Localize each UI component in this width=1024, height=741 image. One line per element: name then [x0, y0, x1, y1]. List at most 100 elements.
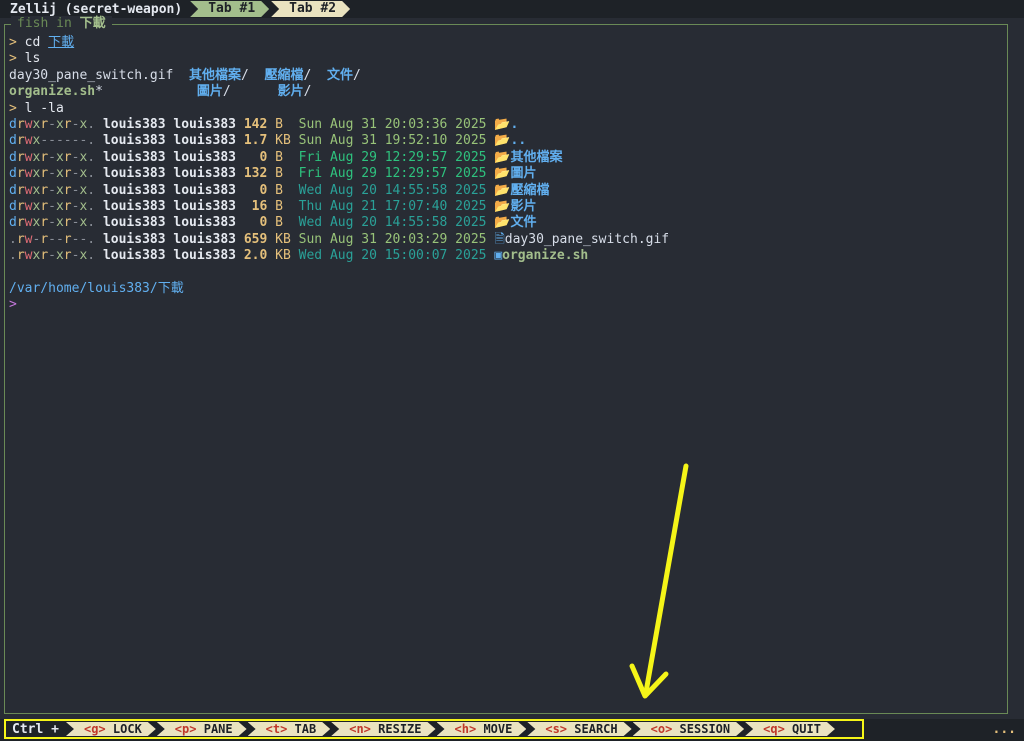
file-size: 659	[243, 231, 268, 247]
size-unit: KB	[275, 133, 291, 149]
file-name: day30_pane_switch.gif	[504, 231, 670, 247]
prompt-symbol: >	[9, 35, 17, 50]
command-line: > cd 下載	[9, 35, 75, 50]
modified-date: Thu Aug 21 17:07:40 2025	[298, 198, 487, 214]
file-size: 2.0	[243, 248, 268, 264]
current-directory: /var/home/louis383/下載	[9, 280, 184, 296]
listing-row: drwx------. louis383 louis383 1.7 KB Sun…	[9, 133, 1003, 149]
file-name: .	[510, 116, 519, 132]
owner: louis383	[102, 149, 166, 165]
prompt-caret: >	[9, 297, 17, 313]
file-name: 影片	[510, 198, 537, 214]
hint-tab-button[interactable]: <t> TAB	[248, 722, 331, 736]
listing-row: drwxr-xr-x. louis383 louis383 0 B Wed Au…	[9, 215, 1003, 231]
ctrl-modifier-label: Ctrl +	[12, 721, 59, 737]
dir-link[interactable]: 下載	[48, 35, 74, 50]
file-size: 16	[243, 198, 268, 214]
owner: louis383	[102, 166, 166, 182]
hint-search-button[interactable]: <s> SEARCH	[527, 722, 631, 736]
size-unit: B	[275, 116, 283, 132]
hint-key: <n>	[349, 722, 371, 736]
listing-row: drwxr-xr-x. louis383 louis383 16 B Thu A…	[9, 199, 1003, 215]
modified-date: Sun Aug 31 20:03:29 2025	[298, 231, 487, 247]
permissions: drwxr-xr-x.	[9, 182, 96, 198]
owner: louis383	[102, 133, 166, 149]
more-indicator: ...	[992, 722, 1016, 737]
directory-listing: drwxr-xr-x. louis383 louis383 142 B Sun …	[9, 117, 1003, 265]
terminal-output: > cd 下載 > ls day30_pane_switch.gif 其他檔案 /…	[9, 35, 1003, 314]
file-name: ..	[510, 133, 527, 149]
group: louis383	[173, 116, 237, 132]
command-line: > ls	[9, 51, 41, 67]
folder-icon: 📂	[494, 215, 511, 231]
owner: louis383	[102, 248, 166, 264]
folder-icon: 📂	[494, 198, 511, 214]
hint-pane-button[interactable]: <p> PANE	[157, 722, 247, 736]
hint-key: <t>	[265, 722, 288, 736]
folder-icon: 📂	[494, 116, 511, 132]
permissions: drwx------.	[9, 133, 96, 149]
input-prompt[interactable]: >	[9, 297, 1003, 313]
group: louis383	[173, 248, 237, 264]
owner: louis383	[102, 231, 166, 247]
modified-date: Fri Aug 29 12:29:57 2025	[298, 149, 487, 165]
hint-label: SESSION	[679, 722, 731, 736]
hint-quit-button[interactable]: <q> QUIT	[745, 722, 835, 736]
hint-session-button[interactable]: <o> SESSION	[633, 722, 745, 736]
file-name: 文件	[510, 215, 537, 231]
listing-row: drwxr-xr-x. louis383 louis383 132 B Fri …	[9, 166, 1003, 182]
command-line: > l -la	[9, 100, 64, 116]
tab-2[interactable]: Tab #2	[271, 1, 350, 17]
modified-date: Wed Aug 20 15:00:07 2025	[298, 248, 487, 264]
owner: louis383	[102, 116, 166, 132]
session-title: Zellij (secret-weapon)	[10, 1, 183, 17]
file-name: 圖片	[510, 166, 537, 182]
hint-lock-button[interactable]: <g> LOCK	[66, 722, 156, 736]
group: louis383	[173, 133, 237, 149]
permissions: drwxr-xr-x.	[9, 166, 96, 182]
folder-icon: 📂	[494, 166, 511, 182]
folder-icon: 📂	[494, 133, 511, 149]
size-unit: KB	[275, 248, 291, 264]
hint-key: <h>	[454, 722, 477, 736]
listing-row: .rw-r--r--. louis383 louis383 659 KB Sun…	[9, 232, 1003, 248]
hint-key: <s>	[545, 722, 568, 736]
owner: louis383	[102, 198, 166, 214]
status-bar: Ctrl + <g> LOCK <p> PANE <t> TAB <n> RESIZE…	[0, 719, 1024, 741]
hint-label: RESIZE	[378, 722, 422, 736]
annotation-arrow	[629, 463, 689, 699]
terminal-pane[interactable]: fish in 下載 > cd 下載 > ls day30_pane_switc…	[4, 16, 1008, 714]
modified-date: Sun Aug 31 19:52:10 2025	[298, 133, 487, 149]
size-unit: B	[275, 149, 283, 165]
hint-resize-button[interactable]: <n> RESIZE	[331, 722, 435, 736]
listing-row: drwxr-xr-x. louis383 louis383 0 B Fri Au…	[9, 150, 1003, 166]
file-size: 1.7	[243, 133, 268, 149]
listing-row: .rwxr-xr-x. louis383 louis383 2.0 KB Wed…	[9, 248, 1003, 264]
folder-icon: 📂	[494, 149, 511, 165]
permissions: drwxr-xr-x.	[9, 198, 96, 214]
size-unit: B	[275, 182, 283, 198]
keybinding-hints: Ctrl + <g> LOCK <p> PANE <t> TAB <n> RESIZE…	[4, 719, 864, 739]
permissions: .rwxr-xr-x.	[9, 248, 96, 264]
hint-label: SEARCH	[574, 722, 618, 736]
group: louis383	[173, 166, 237, 182]
pane-title-shell: fish in	[17, 16, 72, 31]
tab-1[interactable]: Tab #1	[190, 1, 269, 17]
group: louis383	[173, 215, 237, 231]
modified-date: Fri Aug 29 12:29:57 2025	[298, 166, 487, 182]
size-unit: B	[275, 215, 283, 231]
file-name: 其他檔案	[510, 149, 563, 165]
tab-bar: Zellij (secret-weapon) Tab #1 Tab #2	[0, 0, 1024, 18]
hint-key: <p>	[174, 722, 197, 736]
file-size: 0	[243, 149, 268, 165]
modified-date: Wed Aug 20 14:55:58 2025	[298, 215, 487, 231]
group: louis383	[173, 149, 237, 165]
hint-label: PANE	[203, 722, 233, 736]
file-size: 0	[243, 182, 268, 198]
hint-key: <g>	[83, 722, 106, 736]
listing-row: drwxr-xr-x. louis383 louis383 0 B Wed Au…	[9, 183, 1003, 199]
pane-title-dir: 下載	[79, 16, 106, 31]
group: louis383	[173, 231, 237, 247]
hint-move-button[interactable]: <h> MOVE	[437, 722, 527, 736]
listing-row: drwxr-xr-x. louis383 louis383 142 B Sun …	[9, 117, 1003, 133]
